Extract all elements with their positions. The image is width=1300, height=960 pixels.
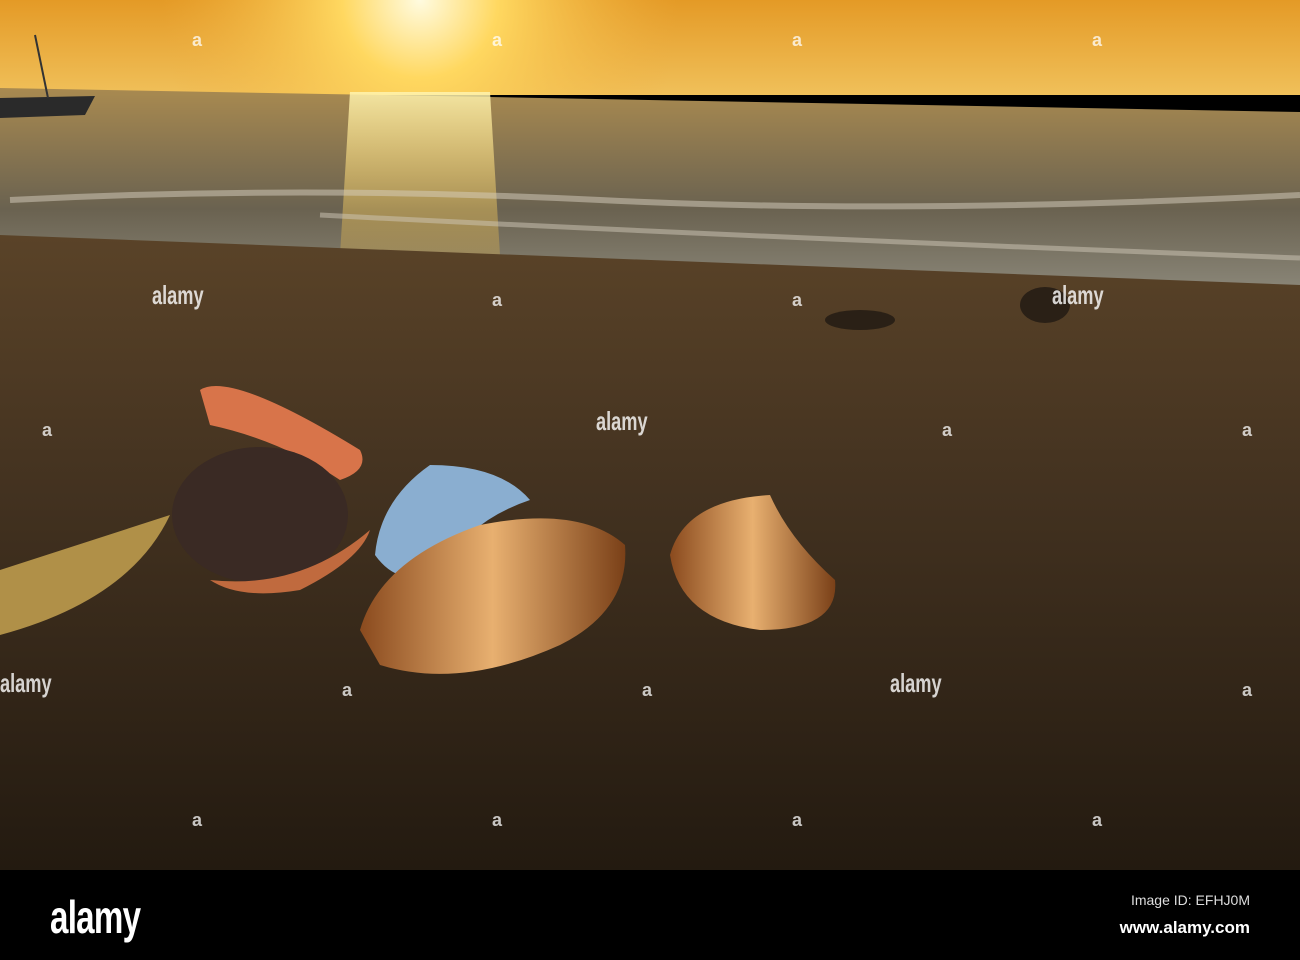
watermark-a: a: [342, 680, 353, 700]
photo-frame: a a a a alamy alamy alamy alamy alamy a …: [0, 0, 1300, 960]
watermark-a: a: [492, 290, 503, 310]
watermark-logo: alamy: [0, 668, 52, 698]
image-id: Image ID: EFHJ0M: [1130, 892, 1250, 908]
beach-sunset-photo: [0, 0, 1300, 870]
footer-bar: alamy Image ID: EFHJ0M www.alamy.com: [0, 870, 1300, 960]
watermark-a: a: [792, 30, 803, 50]
site-url: www.alamy.com: [1119, 918, 1250, 937]
watermark-a: a: [1092, 30, 1103, 50]
watermark-a: a: [1242, 420, 1253, 440]
watermark-a: a: [642, 680, 653, 700]
alamy-logo: alamy: [50, 891, 141, 943]
watermark-a: a: [792, 810, 803, 830]
watermark-a: a: [492, 30, 503, 50]
watermark-logo: alamy: [152, 280, 204, 310]
watermark-a: a: [942, 420, 953, 440]
watermark-a: a: [1242, 680, 1253, 700]
watermark-a: a: [492, 810, 503, 830]
watermark-a: a: [192, 810, 203, 830]
watermark-a: a: [42, 420, 53, 440]
watermark-logo: alamy: [596, 406, 648, 436]
watermark-a: a: [792, 290, 803, 310]
watermark-a: a: [1092, 810, 1103, 830]
watermark-a: a: [192, 30, 203, 50]
watermark-logo: alamy: [890, 668, 942, 698]
watermark-logo: alamy: [1052, 280, 1104, 310]
boat: [0, 96, 95, 118]
